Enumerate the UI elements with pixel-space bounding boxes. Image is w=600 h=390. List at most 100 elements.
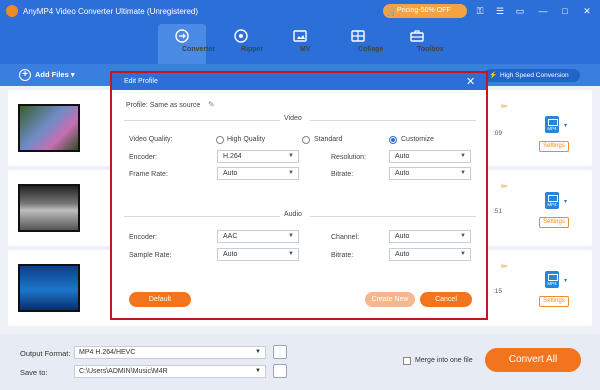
duration-fragment: :09 xyxy=(493,130,503,137)
default-button[interactable]: Default xyxy=(129,292,191,307)
high-speed-conversion-button[interactable]: ⚡ High Speed Conversion xyxy=(484,69,580,82)
save-to-select[interactable]: C:\Users\ADMIN\Music\M4R ▼ xyxy=(74,365,266,378)
chevron-down-icon[interactable]: ▾ xyxy=(564,122,567,129)
tab-toolbox[interactable]: Toolbox xyxy=(393,24,444,64)
video-section-title: Video xyxy=(284,115,302,122)
chevron-down-icon: ▼ xyxy=(460,251,466,257)
cut-icon[interactable]: ✂ xyxy=(501,262,508,271)
duration-fragment: :15 xyxy=(493,288,503,295)
settings-button[interactable]: Settings xyxy=(539,141,569,152)
output-format-select[interactable]: MP4 H.264/HEVC ▼ xyxy=(74,346,266,359)
pricing-label: Pricing-50% OFF xyxy=(397,7,451,14)
sample-rate-value: Auto xyxy=(223,251,238,258)
sample-rate-select[interactable]: Auto ▼ xyxy=(217,248,299,261)
duration-fragment: :51 xyxy=(493,208,503,215)
resolution-label: Resolution: xyxy=(331,154,367,161)
audio-bitrate-label: Bitrate: xyxy=(331,252,354,259)
plus-icon: + xyxy=(19,69,31,81)
bitrate-value: Auto xyxy=(395,170,410,177)
feedback-icon[interactable]: ▭ xyxy=(513,4,527,18)
audio-section-divider: Audio xyxy=(124,211,476,221)
merge-checkbox[interactable] xyxy=(403,357,411,365)
bolt-icon: ⚡ xyxy=(489,72,498,79)
chevron-down-icon: ▾ xyxy=(70,70,75,79)
tab-mv[interactable]: MV xyxy=(276,24,324,64)
pricing-button[interactable]: 🛒 Pricing-50% OFF xyxy=(383,4,467,18)
chevron-down-icon: ▼ xyxy=(288,170,294,176)
app-title: AnyMP4 Video Converter Ultimate (Unregis… xyxy=(23,7,199,16)
format-label: MP4 xyxy=(547,281,557,286)
convert-all-button[interactable]: Convert All xyxy=(485,348,581,372)
video-thumbnail[interactable] xyxy=(18,264,80,312)
audio-bitrate-value: Auto xyxy=(395,251,410,258)
video-quality-label: Video Quality: xyxy=(129,136,173,143)
cancel-button[interactable]: Cancel xyxy=(420,292,472,307)
encoder-label: Encoder: xyxy=(129,154,158,161)
output-format-value: MP4 H.264/HEVC xyxy=(79,349,136,356)
tab-converter[interactable]: Converter xyxy=(158,24,215,64)
settings-button[interactable]: Settings xyxy=(539,217,569,228)
menu-icon[interactable]: ☰ xyxy=(493,4,507,18)
chevron-down-icon[interactable]: ▾ xyxy=(564,198,567,205)
minimize-icon[interactable]: — xyxy=(536,4,550,18)
chevron-down-icon: ▼ xyxy=(460,170,466,176)
tab-mv-label: MV xyxy=(300,46,311,53)
tab-converter-label: Converter xyxy=(182,46,216,53)
tab-collage[interactable]: Collage xyxy=(334,24,384,64)
dialog-title: Edit Profile xyxy=(124,78,158,85)
output-format-label: Output Format: xyxy=(20,349,71,358)
frame-rate-label: Frame Rate: xyxy=(129,171,168,178)
close-icon[interactable]: ✕ xyxy=(580,4,594,18)
converter-icon xyxy=(175,29,189,43)
standard-radio[interactable] xyxy=(302,136,310,144)
add-files-button[interactable]: + Add Files ▾ xyxy=(19,68,75,82)
create-new-button[interactable]: Create New xyxy=(365,292,415,307)
chevron-down-icon: ▼ xyxy=(460,233,466,239)
frame-rate-select[interactable]: Auto ▼ xyxy=(217,167,299,180)
audio-bitrate-select[interactable]: Auto ▼ xyxy=(389,248,471,261)
customize-radio[interactable] xyxy=(389,136,397,144)
tab-ripper-label: Ripper xyxy=(241,46,264,53)
profile-label: Profile: Same as source xyxy=(126,102,201,109)
mp4-format-icon[interactable]: MP4 xyxy=(545,116,559,133)
edit-profile-dialog: Edit Profile ✕ Profile: Same as source ✎… xyxy=(110,71,488,320)
merge-label: Merge into one file xyxy=(415,357,473,364)
format-settings-icon[interactable] xyxy=(273,345,287,359)
main-nav: Converter Ripper MV Collage Toolbox xyxy=(0,22,600,64)
tab-collage-label: Collage xyxy=(358,46,384,53)
channel-select[interactable]: Auto ▼ xyxy=(389,230,471,243)
chevron-down-icon[interactable]: ▾ xyxy=(564,277,567,284)
resolution-value: Auto xyxy=(395,153,410,160)
resolution-select[interactable]: Auto ▼ xyxy=(389,150,471,163)
tab-ripper[interactable]: Ripper xyxy=(217,24,265,64)
encoder-select[interactable]: H.264 ▼ xyxy=(217,150,299,163)
frame-rate-value: Auto xyxy=(223,170,238,177)
title-bar: AnyMP4 Video Converter Ultimate (Unregis… xyxy=(0,0,600,22)
mv-icon xyxy=(293,30,307,42)
settings-button[interactable]: Settings xyxy=(539,296,569,307)
high-speed-label: High Speed Conversion xyxy=(500,72,569,79)
high-quality-radio[interactable] xyxy=(216,136,224,144)
save-to-value: C:\Users\ADMIN\Music\M4R xyxy=(79,368,168,375)
cut-icon[interactable]: ✂ xyxy=(501,182,508,191)
close-icon[interactable]: ✕ xyxy=(466,75,475,88)
video-thumbnail[interactable] xyxy=(18,184,80,232)
audio-encoder-value: AAC xyxy=(223,233,238,240)
maximize-icon[interactable]: □ xyxy=(558,4,572,18)
bitrate-select[interactable]: Auto ▼ xyxy=(389,167,471,180)
edit-pencil-icon[interactable]: ✎ xyxy=(208,100,215,109)
app-logo-icon xyxy=(6,5,18,17)
tab-toolbox-label: Toolbox xyxy=(417,46,444,53)
add-files-label: Add Files xyxy=(35,70,69,79)
cut-icon[interactable]: ✂ xyxy=(501,102,508,111)
standard-label: Standard xyxy=(314,136,343,143)
mp4-format-icon[interactable]: MP4 xyxy=(545,192,559,209)
mp4-format-icon[interactable]: MP4 xyxy=(545,271,559,288)
folder-icon[interactable] xyxy=(273,364,287,378)
video-thumbnail[interactable] xyxy=(18,104,80,152)
key-icon[interactable]: ⚿ xyxy=(473,4,487,18)
customize-label: Customize xyxy=(401,136,435,143)
toolbox-icon xyxy=(410,30,424,42)
encoder-value: H.264 xyxy=(223,153,242,160)
audio-encoder-select[interactable]: AAC ▼ xyxy=(217,230,299,243)
